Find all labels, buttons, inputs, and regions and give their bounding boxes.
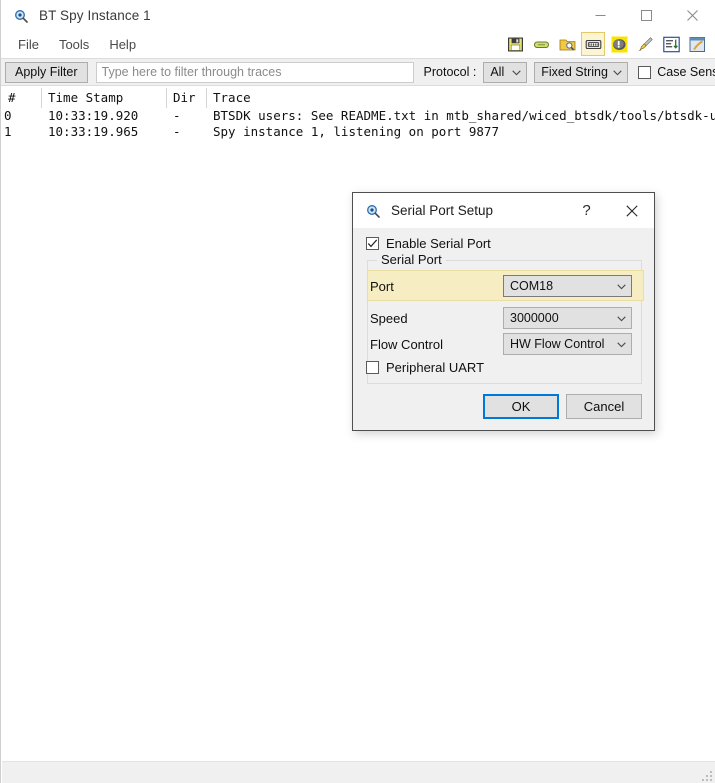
enable-serial-port-checkbox[interactable]: Enable Serial Port xyxy=(366,236,491,251)
checkbox-box xyxy=(366,237,379,250)
flow-control-select-value: HW Flow Control xyxy=(510,337,605,351)
serial-port-group-caption: Serial Port xyxy=(377,252,446,267)
serial-port-button[interactable] xyxy=(581,32,605,56)
speed-label: Speed xyxy=(370,310,408,326)
magnifier-icon xyxy=(13,8,29,24)
port-label: Port xyxy=(370,278,394,294)
cancel-button[interactable]: Cancel xyxy=(566,394,642,419)
peripheral-uart-label: Peripheral UART xyxy=(386,360,485,375)
script-window-button[interactable] xyxy=(685,32,709,56)
protocol-select[interactable]: All xyxy=(483,61,528,83)
table-row[interactable]: 0 10:33:19.920 - BTSDK users: See README… xyxy=(2,108,715,124)
clear-brush-icon xyxy=(637,36,654,53)
flow-control-select[interactable]: HW Flow Control xyxy=(503,333,632,355)
script-window-icon xyxy=(689,36,706,53)
port-select[interactable]: COM18 xyxy=(503,275,632,297)
check-icon xyxy=(367,239,378,248)
open-button[interactable] xyxy=(555,32,579,56)
app-window: BT Spy Instance 1 File Tools Help Apply … xyxy=(0,0,715,783)
checkbox-box xyxy=(638,65,652,79)
apply-filter-button[interactable]: Apply Filter xyxy=(5,61,88,83)
open-folder-icon xyxy=(559,36,576,53)
magnifier-icon xyxy=(365,203,381,219)
alert-button[interactable] xyxy=(607,32,631,56)
cell-dir: - xyxy=(173,108,181,123)
serial-port-setup-dialog: Serial Port Setup ? Enable Serial Port S… xyxy=(352,192,655,431)
window-titlebar: BT Spy Instance 1 xyxy=(1,0,715,31)
statusbar xyxy=(2,761,715,783)
enable-serial-port-label: Enable Serial Port xyxy=(386,236,491,251)
column-header-index[interactable]: # xyxy=(2,88,42,108)
dialog-buttons: OK Cancel xyxy=(483,394,642,419)
column-header-timestamp[interactable]: Time Stamp xyxy=(42,88,167,108)
menu-file[interactable]: File xyxy=(8,34,49,55)
save-icon xyxy=(507,36,524,53)
menu-help[interactable]: Help xyxy=(99,34,146,55)
table-row[interactable]: 1 10:33:19.965 - Spy instance 1, listeni… xyxy=(2,124,715,140)
checkbox-box xyxy=(366,361,379,374)
dialog-help-button[interactable]: ? xyxy=(564,193,609,228)
chevron-down-icon xyxy=(617,279,626,293)
menu-tools[interactable]: Tools xyxy=(49,34,99,55)
speed-field-row: Speed 3000000 xyxy=(353,307,654,329)
speed-select-value: 3000000 xyxy=(510,311,559,325)
cell-trace: Spy instance 1, listening on port 9877 xyxy=(213,124,499,139)
peripheral-uart-checkbox[interactable]: Peripheral UART xyxy=(366,360,484,375)
ok-button[interactable]: OK xyxy=(483,394,559,419)
menubar: File Tools Help xyxy=(1,31,715,58)
port-select-value: COM18 xyxy=(510,279,554,293)
port-field-row: Port COM18 xyxy=(353,275,654,297)
flow-control-label: Flow Control xyxy=(370,336,443,352)
capsule-icon xyxy=(533,36,550,53)
alert-icon xyxy=(611,36,628,53)
case-sensitive-checkbox[interactable]: Case Sensitive xyxy=(638,65,715,79)
speed-select[interactable]: 3000000 xyxy=(503,307,632,329)
case-sensitive-label: Case Sensitive xyxy=(657,65,715,79)
cell-index: 0 xyxy=(4,108,12,123)
chevron-down-icon xyxy=(613,65,622,79)
dialog-titlebar: Serial Port Setup ? xyxy=(353,193,654,228)
minimize-button[interactable] xyxy=(577,0,623,31)
trace-table-header: # Time Stamp Dir Trace xyxy=(2,88,715,108)
cell-timestamp: 10:33:19.920 xyxy=(48,108,139,123)
column-header-trace[interactable]: Trace xyxy=(207,88,715,108)
protocol-label: Protocol : xyxy=(423,65,477,79)
cell-timestamp: 10:33:19.965 xyxy=(48,124,139,139)
filter-input[interactable] xyxy=(95,61,414,83)
chevron-down-icon xyxy=(617,337,626,351)
chevron-down-icon xyxy=(617,311,626,325)
dialog-title: Serial Port Setup xyxy=(391,203,494,218)
match-mode-select[interactable]: Fixed String xyxy=(534,61,629,83)
cell-index: 1 xyxy=(4,124,12,139)
save-button[interactable] xyxy=(503,32,527,56)
column-header-dir[interactable]: Dir xyxy=(167,88,207,108)
cell-dir: - xyxy=(173,124,181,139)
window-controls xyxy=(577,0,715,31)
cell-trace: BTSDK users: See README.txt in mtb_share… xyxy=(213,108,715,123)
close-button[interactable] xyxy=(669,0,715,31)
filter-toolbar: Apply Filter Protocol : All Fixed String… xyxy=(1,58,715,86)
flow-control-field-row: Flow Control HW Flow Control xyxy=(353,333,654,355)
sort-list-icon xyxy=(662,36,680,53)
dialog-body: Enable Serial Port Serial Port Port COM1… xyxy=(353,228,654,432)
dialog-window-controls: ? xyxy=(564,193,654,228)
clear-button[interactable] xyxy=(633,32,657,56)
capsule-button[interactable] xyxy=(529,32,553,56)
maximize-button[interactable] xyxy=(623,0,669,31)
serial-port-icon xyxy=(585,36,602,53)
resize-grip[interactable] xyxy=(700,769,712,781)
chevron-down-icon xyxy=(512,65,521,79)
toolbar xyxy=(503,30,709,58)
window-title: BT Spy Instance 1 xyxy=(39,8,151,23)
sort-list-button[interactable] xyxy=(659,32,683,56)
dialog-close-button[interactable] xyxy=(609,193,654,228)
